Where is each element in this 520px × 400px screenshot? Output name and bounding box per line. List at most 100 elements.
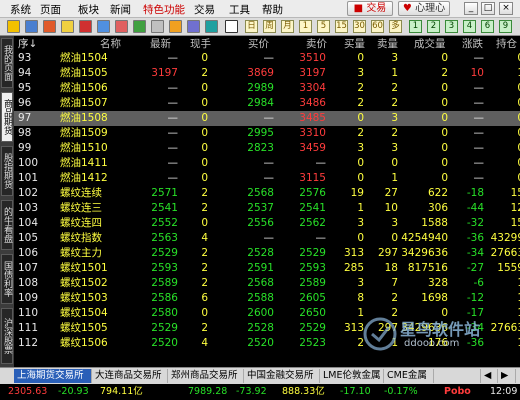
cell-name: 螺纹1505: [60, 322, 108, 334]
cell-ask: 2529: [299, 322, 326, 334]
close-button[interactable]: ×: [499, 2, 513, 15]
table-row[interactable]: 106 螺纹主力 2529 2 2528 2529 313 297 3429636 -34 2766…: [14, 246, 520, 261]
table-row[interactable]: 96燃油1507—029843486220—0: [14, 96, 520, 111]
header-turnover[interactable]: 成交量: [414, 36, 446, 51]
table-row[interactable]: 98燃油1509—029953310220—0: [14, 126, 520, 141]
tick-icon[interactable]: [97, 20, 110, 33]
period-15m-button[interactable]: 15: [335, 20, 348, 33]
cell-no: 112: [18, 337, 39, 349]
cell-bid: 2600: [247, 307, 274, 319]
period-month-button[interactable]: 月: [281, 20, 294, 33]
header-oi[interactable]: 持仓: [496, 36, 517, 51]
menu-system[interactable]: 系统: [10, 2, 31, 17]
maximize-button[interactable]: □: [481, 2, 495, 15]
table-row[interactable]: 103 螺纹连三 2541 2 2537 2541 1 10 306 -44 12: [14, 201, 520, 216]
menu-bar: 系统 页面 板块 新闻 特色功能 交易 工具 帮助 ■ 交易 ♥ 心理心 _ □…: [0, 0, 520, 18]
heart-icon: ♥: [402, 3, 412, 14]
period-60m-button[interactable]: 60: [371, 20, 384, 33]
trade-button[interactable]: ■ 交易: [347, 1, 393, 16]
table-row[interactable]: 108 螺纹1502 2589 2 2568 2589 3 7 328 -61: [14, 276, 520, 291]
menu-trade[interactable]: 交易: [194, 2, 215, 17]
period-day-button[interactable]: 日: [245, 20, 258, 33]
xinlixin-button[interactable]: ♥ 心理心: [398, 1, 450, 16]
exchange-tab-czce[interactable]: 郑州商品交易所: [168, 369, 244, 383]
list-icon[interactable]: [133, 20, 146, 33]
header-last[interactable]: 最新: [150, 36, 171, 51]
window-icon[interactable]: [187, 20, 200, 33]
table-row[interactable]: 97燃油1508—0—3485030—0: [14, 111, 520, 126]
menu-features[interactable]: 特色功能: [143, 2, 185, 17]
forward-icon[interactable]: [43, 20, 56, 33]
cell-vol: 4: [201, 337, 208, 349]
table-row[interactable]: 99燃油1510—028233459330—0: [14, 141, 520, 156]
menu-sector[interactable]: 板块: [78, 2, 99, 17]
table-row[interactable]: 93燃油1504—0—3510030—0: [14, 51, 520, 66]
header-bid[interactable]: 买价: [248, 36, 269, 51]
cell-bid: —: [263, 157, 275, 169]
table-row[interactable]: 102 螺纹连续 2571 2 2568 2576 19 27 622 -18 15: [14, 186, 520, 201]
cycle-icon[interactable]: [205, 20, 218, 33]
layout-3-button[interactable]: 3: [445, 20, 458, 33]
minimize-button[interactable]: _: [464, 2, 478, 15]
table-row[interactable]: 95燃油1506—029893304220—0: [14, 81, 520, 96]
table-row[interactable]: 94燃油15053197238693197312101: [14, 66, 520, 81]
tab-scroll-right-icon[interactable]: ▶: [498, 369, 516, 383]
side-tab-index-futures[interactable]: 股指期货: [1, 146, 13, 196]
cell-bid: 2591: [247, 262, 274, 274]
cell-bidq: 285: [343, 262, 364, 274]
menu-help[interactable]: 帮助: [262, 2, 283, 17]
exchange-tab-cffex[interactable]: 中国金融交易所: [244, 369, 320, 383]
table-row[interactable]: 109 螺纹1503 2586 6 2588 2605 8 2 1698 -121: [14, 291, 520, 306]
layout-2-button[interactable]: 2: [427, 20, 440, 33]
star-icon[interactable]: [169, 20, 182, 33]
menu-news[interactable]: 新闻: [110, 2, 131, 17]
table-row[interactable]: 107 螺纹1501 2593 2 2591 2593 285 18 817516 -27 1559: [14, 261, 520, 276]
minimize-icon: _: [468, 3, 474, 13]
period-week-button[interactable]: 周: [263, 20, 276, 33]
header-seq[interactable]: 序↓: [18, 36, 37, 51]
folder-icon[interactable]: [61, 20, 74, 33]
table-icon[interactable]: [225, 20, 238, 33]
cell-bid: 2568: [247, 187, 274, 199]
cell-name: 燃油1508: [60, 112, 108, 124]
header-chg[interactable]: 涨跌: [462, 36, 483, 51]
header-askq[interactable]: 卖量: [377, 36, 398, 51]
grid-icon[interactable]: [151, 20, 164, 33]
header-vol[interactable]: 现手: [190, 36, 211, 51]
side-tab-watch[interactable]: 的牛看盘: [1, 200, 13, 250]
table-row[interactable]: 105螺纹指数25634——004254940-3643299: [14, 231, 520, 246]
header-ask[interactable]: 卖价: [306, 36, 327, 51]
period-30m-button[interactable]: 30: [353, 20, 366, 33]
side-tab-commodity[interactable]: 商品期货: [1, 92, 13, 142]
menu-tools[interactable]: 工具: [229, 2, 250, 17]
layout-6-button[interactable]: 6: [481, 20, 494, 33]
header-name[interactable]: 名称: [100, 36, 121, 51]
layout-4-button[interactable]: 4: [463, 20, 476, 33]
side-tab-bonds[interactable]: 国债利率: [1, 254, 13, 304]
exchange-tab-dce[interactable]: 大连商品交易所: [92, 369, 168, 383]
layout-1-button[interactable]: 1: [409, 20, 422, 33]
tab-scroll-left-icon[interactable]: ◀: [480, 369, 498, 383]
side-tab-my-page[interactable]: 我的页面: [1, 38, 13, 88]
cell-ask: 3197: [299, 67, 326, 79]
chart-icon[interactable]: [79, 20, 92, 33]
period-1m-button[interactable]: 1: [299, 20, 312, 33]
table-row[interactable]: 104 螺纹连四 2552 0 2556 2562 3 3 1588 -32 15: [14, 216, 520, 231]
bar-icon[interactable]: [115, 20, 128, 33]
period-5m-button[interactable]: 5: [317, 20, 330, 33]
side-tab-stocks[interactable]: 沪深股票: [1, 308, 13, 364]
cell-vol: 0: [201, 112, 208, 124]
back-icon[interactable]: [25, 20, 38, 33]
period-multi-button[interactable]: 多: [389, 20, 402, 33]
layout-9-button[interactable]: 9: [499, 20, 512, 33]
table-row[interactable]: 101燃油1412—0—3115010—0: [14, 171, 520, 186]
home-icon[interactable]: [7, 20, 20, 33]
header-bidq[interactable]: 买量: [344, 36, 365, 51]
xinlixin-label: 心理心: [415, 3, 446, 14]
index-b-change: -73.92: [236, 386, 267, 397]
exchange-tab-shfe[interactable]: 上海期货交易所: [14, 369, 92, 383]
exchange-tab-lme[interactable]: LME伦敦金属: [320, 369, 384, 383]
menu-page[interactable]: 页面: [40, 2, 61, 17]
table-row[interactable]: 100燃油1411—0——000—0: [14, 156, 520, 171]
exchange-tab-cme[interactable]: CME金属: [384, 369, 434, 383]
